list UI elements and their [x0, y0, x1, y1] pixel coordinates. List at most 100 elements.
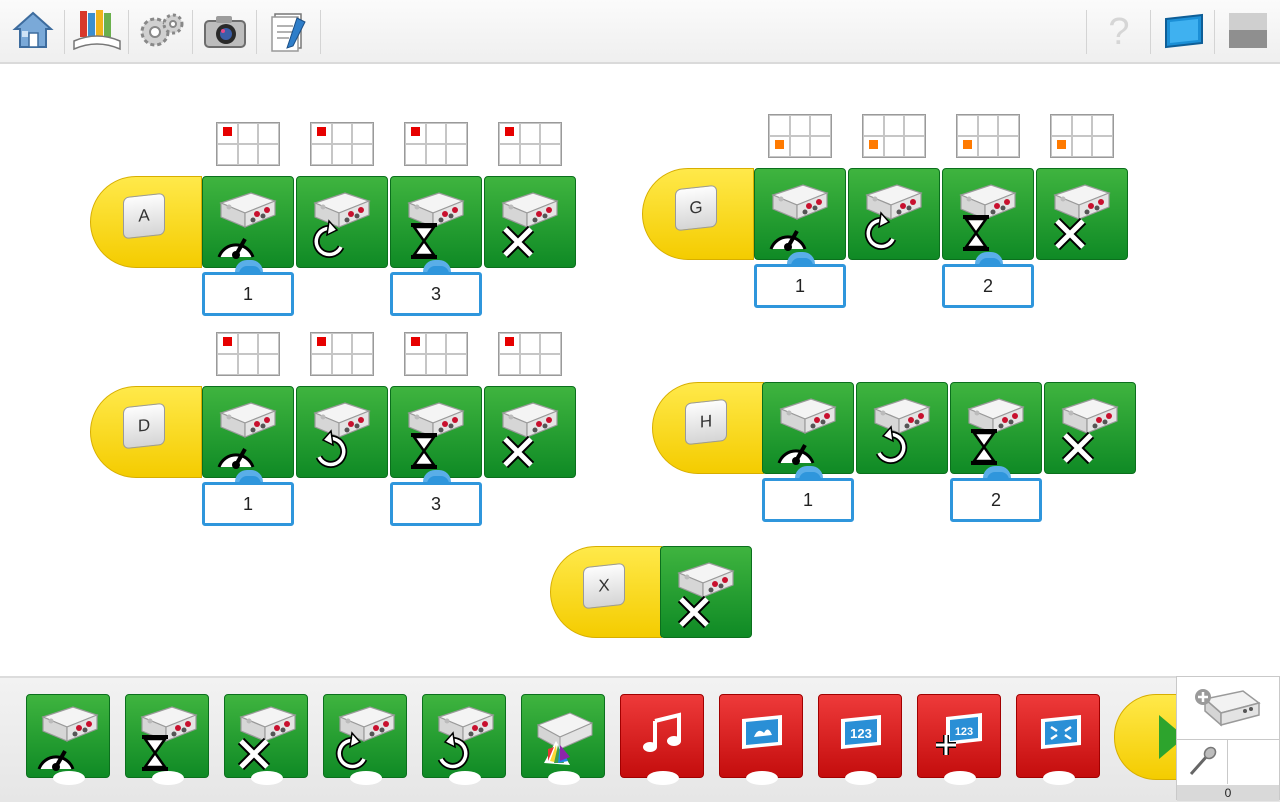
start-on-key-block[interactable]: D — [90, 386, 202, 478]
display-button[interactable] — [1156, 6, 1210, 56]
key-icon: G — [671, 184, 723, 241]
palette-hub-light[interactable] — [521, 694, 605, 785]
motor-port-selector[interactable] — [404, 122, 468, 166]
power-input[interactable]: 1 — [202, 266, 294, 316]
programming-canvas[interactable]: A 1 3 G 1 2 D 1 3 H 1 2 X — [0, 64, 1280, 674]
motor-off-block[interactable] — [1036, 168, 1128, 260]
motor-port-selector[interactable] — [862, 114, 926, 158]
motor-off-block[interactable] — [660, 546, 752, 638]
motor-counterclockwise-block[interactable] — [848, 168, 940, 260]
port-cell — [810, 115, 831, 136]
palette-play-sound[interactable] — [620, 694, 704, 785]
palette-motor-clockwise[interactable] — [422, 694, 506, 785]
toolbar-separator — [192, 10, 193, 54]
port-cell — [425, 123, 447, 144]
motor-port-selector[interactable] — [310, 332, 374, 376]
motor-port-selector[interactable] — [216, 122, 280, 166]
motor-port-selector[interactable] — [216, 332, 280, 376]
help-button[interactable]: ? — [1092, 6, 1146, 56]
port-cell — [789, 115, 811, 136]
program-g[interactable]: G 1 2 — [642, 114, 1132, 308]
motor-power-block[interactable] — [762, 382, 854, 478]
palette-motor-off[interactable] — [224, 694, 308, 785]
palette-display-background[interactable] — [719, 694, 803, 785]
play-sound-icon — [639, 709, 689, 764]
motor-clockwise-block[interactable] — [296, 386, 388, 478]
power-input[interactable]: 1 — [754, 258, 846, 308]
start-on-key-block[interactable]: H — [652, 382, 764, 474]
start-on-key-block[interactable]: A — [90, 176, 202, 268]
motor-port-selector[interactable] — [498, 122, 562, 166]
time-input[interactable]: 3 — [390, 476, 482, 526]
motor-off-block[interactable] — [484, 176, 576, 268]
power-icon — [213, 427, 259, 473]
library-button[interactable] — [70, 6, 124, 56]
motor-off-block[interactable] — [484, 386, 576, 478]
program-h[interactable]: H 1 2 — [652, 376, 1142, 522]
palette-motor-power[interactable] — [26, 694, 110, 785]
motor-port-selector[interactable] — [956, 114, 1020, 158]
microphone-button[interactable] — [1177, 740, 1279, 784]
settings-button[interactable] — [134, 6, 188, 56]
start-on-key-block[interactable]: X — [550, 546, 662, 638]
palette-motor-on-for[interactable] — [125, 694, 209, 785]
port-cell — [405, 333, 426, 354]
port-cell — [258, 333, 279, 354]
motor-power-block[interactable] — [202, 176, 294, 272]
motor-power-block[interactable] — [754, 168, 846, 264]
motor-on-for-block[interactable] — [390, 386, 482, 482]
motor-port-selector[interactable] — [1050, 114, 1114, 158]
svg-text:123: 123 — [850, 726, 872, 741]
motor-port-selector[interactable] — [498, 332, 562, 376]
program-x[interactable]: X — [550, 540, 760, 640]
gears-icon — [140, 13, 184, 47]
palette-add-to-display[interactable]: 123 — [917, 694, 1001, 785]
palette-display-number[interactable]: 123 — [818, 694, 902, 785]
time-input[interactable]: 2 — [942, 258, 1034, 308]
power-icon — [213, 217, 259, 263]
time-input[interactable]: 2 — [950, 472, 1042, 522]
program-a[interactable]: A 1 3 — [90, 122, 580, 316]
library-icon — [73, 10, 121, 51]
palette-motor-counterclockwise[interactable] — [323, 694, 407, 785]
port-cell — [446, 144, 467, 165]
time-input[interactable]: 3 — [390, 266, 482, 316]
motor-port-selector[interactable] — [404, 332, 468, 376]
motor-on-for-block[interactable] — [390, 176, 482, 272]
motor-on-for-block[interactable] — [942, 168, 1034, 264]
window-button[interactable] — [1220, 6, 1274, 56]
palette-shrink-display[interactable] — [1016, 694, 1100, 785]
program-d[interactable]: D 1 3 — [90, 332, 580, 526]
power-input[interactable]: 1 — [762, 472, 854, 522]
documentation-button[interactable] — [262, 6, 316, 56]
port-cell — [883, 136, 905, 157]
power-input[interactable]: 1 — [202, 476, 294, 526]
port-cell — [540, 144, 561, 165]
motor-off-block[interactable] — [1044, 382, 1136, 474]
port-cell — [519, 333, 541, 354]
port-cell — [258, 144, 279, 165]
port-cell — [519, 123, 541, 144]
motor-counterclockwise-block[interactable] — [296, 176, 388, 268]
key-label: H — [685, 398, 727, 446]
toolbar-separator — [64, 10, 65, 54]
port-cell — [1071, 115, 1093, 136]
ccw-icon — [859, 209, 905, 255]
add-hub-button[interactable] — [1177, 677, 1279, 740]
toolbar-separator — [1086, 10, 1087, 54]
port-cell — [331, 123, 353, 144]
port-cell — [1071, 136, 1093, 157]
home-button[interactable] — [6, 6, 60, 56]
motor-clockwise-block[interactable] — [856, 382, 948, 474]
help-icon: ? — [1108, 11, 1129, 52]
camera-button[interactable] — [198, 6, 252, 56]
port-cell — [499, 354, 520, 375]
start-on-key-block[interactable]: G — [642, 168, 754, 260]
motor-port-selector[interactable] — [310, 122, 374, 166]
port-cell — [331, 144, 353, 165]
motor-on-for-block[interactable] — [950, 382, 1042, 478]
camera-icon — [204, 16, 246, 48]
motor-port-selector[interactable] — [768, 114, 832, 158]
home-icon — [12, 11, 54, 48]
motor-power-block[interactable] — [202, 386, 294, 482]
